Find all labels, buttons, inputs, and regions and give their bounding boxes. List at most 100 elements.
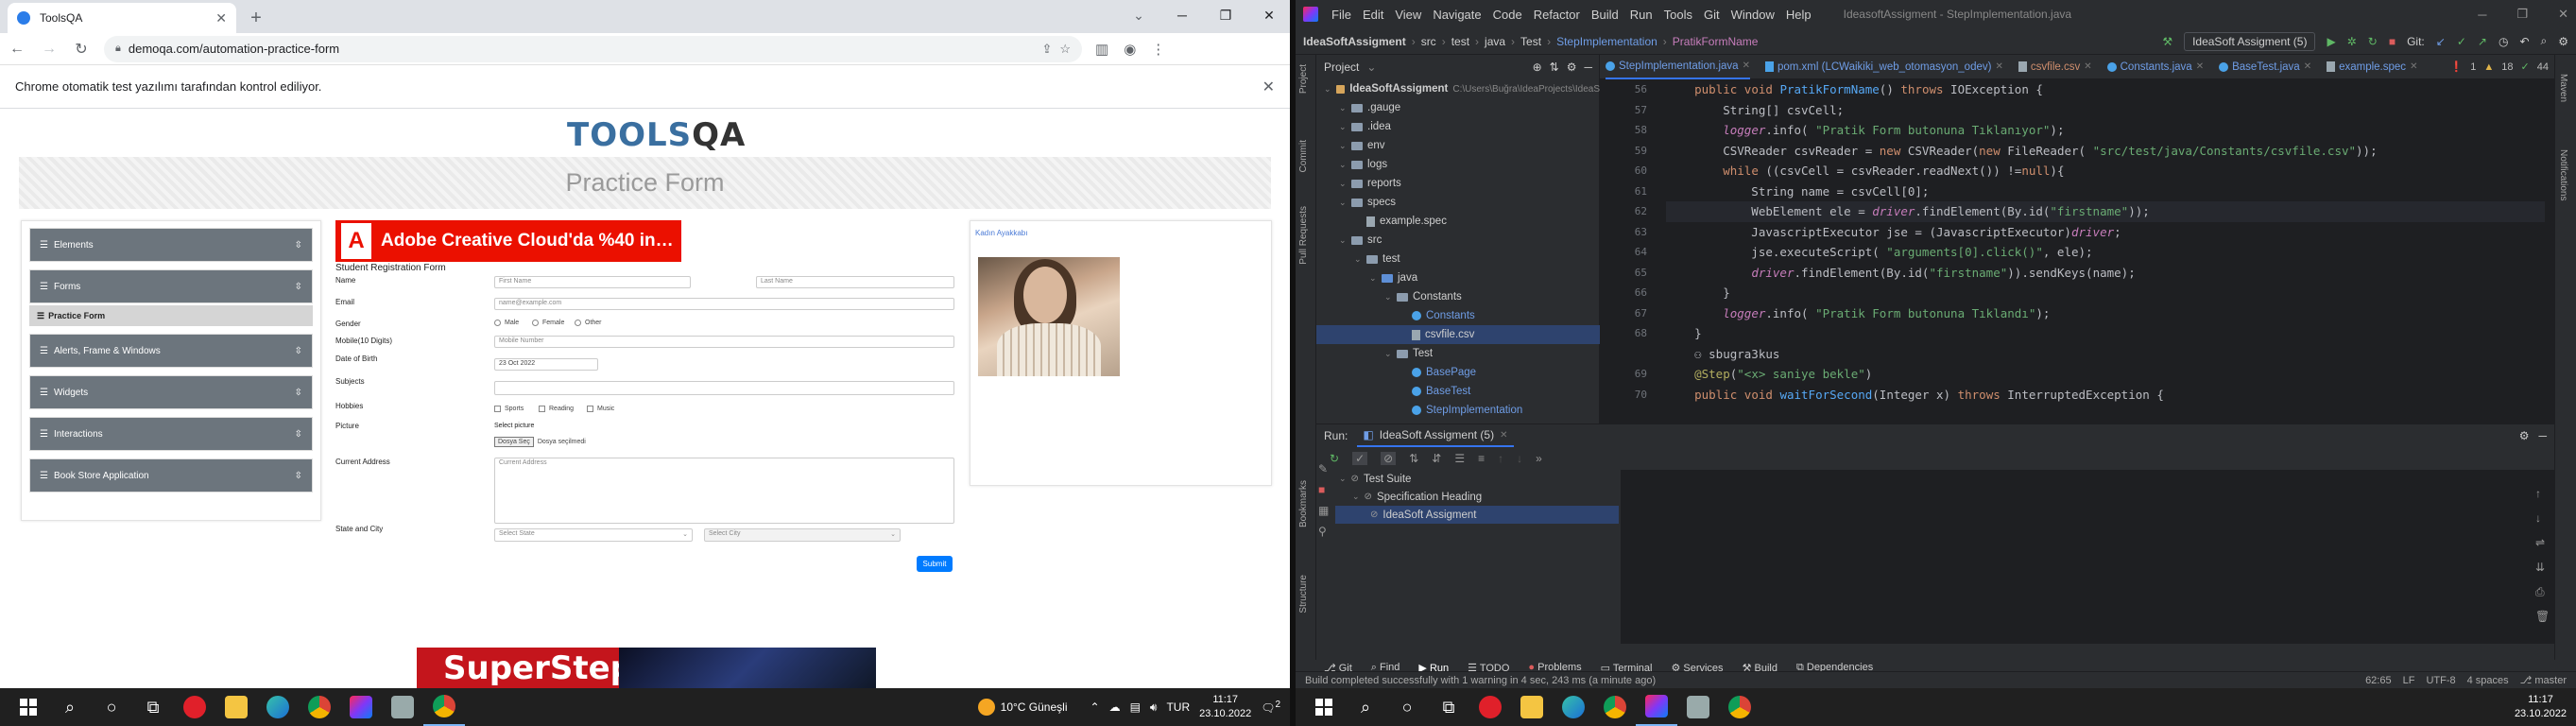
chevron-down-icon[interactable]: ⌄ [1339,103,1347,113]
right-ad-panel[interactable]: Kadın Ayakkabı [970,220,1272,486]
tray-chevron-icon[interactable]: ⌃ [1091,700,1100,714]
menu-file[interactable]: File [1331,8,1351,22]
code-line[interactable]: driver.findElement(By.id("firstname")).s… [1666,263,2545,284]
collapse-all-icon[interactable]: ≡ [1478,452,1485,465]
collapse-all-icon[interactable]: ⇅ [1550,60,1559,74]
clock[interactable]: 11:17 23.10.2022 [1199,693,1251,721]
tree-item[interactable]: BaseTest [1316,382,1600,401]
chevron-down-icon[interactable]: ⌄ [1352,492,1360,502]
menu-group-interactions[interactable]: ☰ Interactions ⇳ [29,417,313,451]
menu-code[interactable]: Code [1493,8,1522,22]
share-icon[interactable]: ⇪ [1041,42,1052,57]
run-console-output[interactable] [1621,470,2554,644]
dob-input[interactable]: 23 Oct 2022 [494,358,598,371]
reload-icon[interactable]: ↻ [72,40,91,59]
address-bar[interactable]: 🔒︎ demoqa.com/automation-practice-form ⇪… [104,35,1082,62]
close-infobar-icon[interactable]: ✕ [1262,78,1275,96]
crumb-package[interactable]: Test [1520,35,1541,48]
run-tab[interactable]: ◧ IdeaSoft Assigment (5) ✕ [1357,424,1514,447]
history-icon[interactable]: ◷ [2499,35,2508,48]
close-window-button[interactable]: ✕ [1247,0,1290,30]
close-icon[interactable]: ✕ [2304,61,2311,72]
edge-icon[interactable] [1553,688,1594,726]
file-encoding[interactable]: UTF-8 [2426,675,2455,686]
code-line[interactable]: @Step("<x> saniye bekle") [1666,364,2545,385]
gear-icon[interactable]: ⚙ [2519,429,2530,442]
app-icon[interactable] [1677,688,1719,726]
chevron-down-icon[interactable]: ⌄ [1324,84,1331,95]
bookmark-star-icon[interactable]: ☆ [1059,42,1071,57]
tree-item[interactable]: ⌄ reports [1316,174,1600,193]
chevron-down-icon[interactable]: ⌄ [1369,273,1377,284]
code-line[interactable]: WebElement ele = driver.findElement(By.i… [1666,201,2545,222]
sort-alpha-icon[interactable]: ⇅ [1409,452,1418,465]
tree-item[interactable]: ⌄ specs [1316,193,1600,212]
code-line[interactable]: String name = csvCell[0]; [1666,182,2545,202]
menu-group-widgets[interactable]: ☰ Widgets ⇳ [29,375,313,409]
chevron-down-icon[interactable]: ⌄ [1339,160,1347,170]
git-push-icon[interactable]: ↗ [2478,35,2487,48]
tab-csvfile[interactable]: csvfile.csv ✕ [2018,55,2092,79]
forward-icon[interactable]: → [40,41,59,58]
file-explorer-icon[interactable] [1511,688,1553,726]
crumb-project[interactable]: IdeaSoftAssigment [1303,35,1406,48]
file-choose-button[interactable]: Dosya Seç [494,437,534,447]
menu-edit[interactable]: Edit [1363,8,1383,22]
new-tab-button[interactable]: + [244,6,268,30]
show-ignored-icon[interactable]: ⊘ [1381,452,1397,465]
email-input[interactable]: name@example.com [494,298,954,310]
state-select[interactable]: Select State ⌄ [494,528,693,542]
tree-item[interactable]: ⌄ env [1316,136,1600,155]
pin-icon[interactable]: ⚲ [1318,525,1333,545]
hobby-reading-checkbox[interactable]: Reading [539,406,574,412]
layout-icon[interactable]: ▦ [1318,504,1333,525]
restore-button[interactable]: ❐ [1204,0,1247,30]
code-line[interactable]: jse.executeScript( "arguments[0].click()… [1666,242,2545,263]
chrome-second-icon[interactable] [1719,688,1760,726]
subjects-input[interactable] [494,381,954,395]
pull-requests-tool-tab[interactable]: Pull Requests [1298,206,1309,265]
gender-female-radio[interactable]: Female [532,320,564,326]
windows-start-icon[interactable] [8,688,49,726]
minimize-button[interactable]: ─ [1160,0,1204,30]
menu-view[interactable]: View [1395,8,1421,22]
hide-icon[interactable]: ─ [2538,429,2547,442]
network-icon[interactable]: ▤ [1130,700,1141,714]
profile-icon[interactable]: ◉ [1124,41,1136,58]
chrome-active-icon[interactable] [423,688,465,726]
menu-refactor[interactable]: Refactor [1534,8,1580,22]
cortana-icon[interactable]: ○ [91,688,132,726]
intellij-active-icon[interactable] [1636,688,1677,726]
submit-button[interactable]: Submit [917,556,953,572]
structure-tool-tab[interactable]: Structure [1298,575,1309,614]
status-message[interactable]: Build completed successfully with 1 warn… [1305,675,1656,686]
scroll-up-icon[interactable]: ↑ [2535,481,2550,506]
menu-build[interactable]: Build [1591,8,1619,22]
scroll-to-end-icon[interactable]: ⇊ [2535,555,2550,579]
crumb-test[interactable]: test [1451,35,1469,48]
tree-item[interactable]: ⌄ Test [1316,344,1600,363]
tree-item[interactable]: ⌄ IdeaSoftAssigment C:\Users\Buğra\IdeaPro… [1316,79,1600,98]
code-line[interactable]: CSVReader csvReader = new CSVReader(new … [1666,141,2545,162]
code-line[interactable]: } [1666,323,2545,344]
chevron-down-icon[interactable]: ⌄ [1339,235,1347,246]
tree-item[interactable]: BasePage [1316,363,1600,382]
menu-group-forms[interactable]: ☰ Forms ⇳ [29,269,313,303]
chrome-icon[interactable] [1594,688,1636,726]
menu-run[interactable]: Run [1630,8,1653,22]
minimize-button[interactable]: ─ [2478,8,2486,22]
code-line[interactable]: logger.info( "Pratik Form butonuna Tıkla… [1666,303,2545,324]
code-line[interactable]: } [1666,283,2545,303]
mobile-input[interactable]: Mobile Number [494,336,954,348]
toolsqa-logo[interactable]: TOOLSQA [567,116,746,154]
menu-navigate[interactable]: Navigate [1433,8,1481,22]
code-line[interactable]: while ((csvCell = csvReader.readNext()) … [1666,161,2545,182]
chevron-down-icon[interactable]: ⌄ [1339,198,1347,208]
trash-icon[interactable]: 🗑︎ [2535,604,2550,629]
crumb-class[interactable]: StepImplementation [1556,35,1657,48]
search-icon[interactable]: ⌕ [49,688,91,726]
chrome-icon[interactable] [299,688,340,726]
close-icon[interactable]: ✕ [1995,61,2002,72]
chevron-down-icon[interactable]: ⌄ [1339,122,1347,132]
first-name-input[interactable]: First Name [494,276,691,288]
